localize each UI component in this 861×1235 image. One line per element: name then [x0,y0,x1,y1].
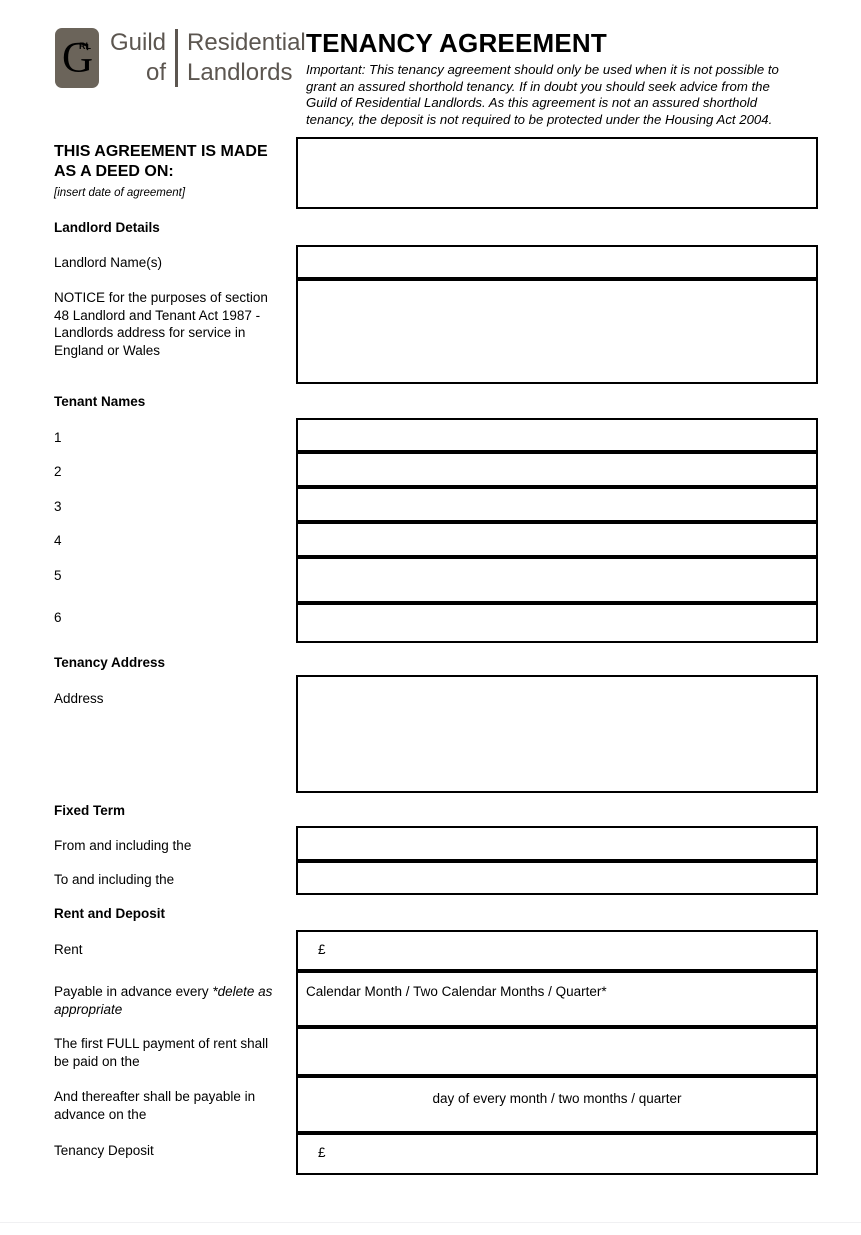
tenant-number-4: 4 [54,533,62,548]
landlord-name-field[interactable] [296,245,818,279]
payable-every-options: Calendar Month / Two Calendar Months / Q… [306,984,607,999]
grl-logo: G RL Guild of Residential Landlords [55,28,306,88]
tenant-name-field-1[interactable] [296,418,818,452]
tenant-number-3: 3 [54,499,62,514]
tenancy-address-value [298,677,816,687]
logo-wordmark-left: Guild of [110,28,175,88]
tenant-name-value-3 [298,489,816,499]
landlord-details-heading: Landlord Details [54,220,160,235]
landlord-notice-label: NOTICE for the purposes of section 48 La… [54,290,268,358]
landlord-notice-value [298,281,816,291]
thereafter-payable-label: And thereafter shall be payable in advan… [54,1089,256,1122]
tenant-name-field-6[interactable] [296,603,818,643]
landlord-notice-field[interactable] [296,279,818,384]
fixed-term-to-label: To and including the [54,872,175,887]
page-title: TENANCY AGREEMENT [306,28,607,58]
landlord-name-value [298,247,816,257]
document-page: G RL Guild of Residential Landlords TENA… [0,0,861,1235]
first-full-payment-field[interactable] [296,1027,818,1076]
logo-wordmark: Guild of Residential Landlords [110,28,306,88]
tenant-number-6: 6 [54,610,62,625]
page-bottom-edge [0,1222,861,1223]
tenancy-deposit-currency-symbol: £ [318,1145,326,1160]
fixed-term-to-value [298,863,816,873]
tenant-name-field-2[interactable] [296,452,818,487]
logo-word-landlords: Landlords [187,59,293,86]
logo-letter-rl: RL [79,41,91,51]
tenant-name-value-2 [298,454,816,464]
tenant-name-field-5[interactable] [296,557,818,603]
tenancy-address-field[interactable] [296,675,818,793]
tenancy-deposit-field[interactable]: £ [296,1133,818,1175]
rent-field[interactable]: £ [296,930,818,971]
first-full-payment-label: The first FULL payment of rent shall be … [54,1036,269,1069]
tenant-name-field-3[interactable] [296,487,818,522]
deed-date-value [298,139,816,149]
fixed-term-to-field[interactable] [296,861,818,895]
fixed-term-from-field[interactable] [296,826,818,861]
deed-date-field[interactable] [296,137,818,209]
payable-every-label-plain: Payable in advance every [54,984,213,999]
logo-word-guild: Guild [110,29,167,56]
tenant-number-5: 5 [54,568,62,583]
tenant-name-value-1 [298,420,816,430]
thereafter-payable-value: day of every month / two months / quarte… [432,1091,682,1106]
rent-deposit-heading: Rent and Deposit [54,906,166,921]
tenant-number-1: 1 [54,430,62,445]
payable-every-label: Payable in advance every *delete as appr… [54,983,286,1018]
logo-word-of: of [146,59,167,86]
landlord-name-label: Landlord Name(s) [54,255,163,270]
first-full-payment-value [298,1029,816,1039]
tenancy-address-heading: Tenancy Address [54,655,166,670]
tenant-name-value-5 [298,559,816,569]
fixed-term-from-value [298,828,816,838]
thereafter-payable-field[interactable]: day of every month / two months / quarte… [296,1076,818,1133]
tenant-names-heading: Tenant Names [54,394,146,409]
tenant-name-value-6 [298,605,816,615]
deed-date-label: THIS AGREEMENT IS MADE AS A DEED ON: [54,143,268,180]
tenant-number-2: 2 [54,464,62,479]
fixed-term-heading: Fixed Term [54,803,126,818]
important-note: Important: This tenancy agreement should… [306,62,779,127]
grl-logo-mark-icon: G RL [55,28,99,88]
tenancy-address-label: Address [54,691,104,706]
tenancy-deposit-label: Tenancy Deposit [54,1143,154,1158]
logo-letter-g: G [61,34,93,82]
rent-currency-symbol: £ [318,942,326,957]
fixed-term-from-label: From and including the [54,838,192,853]
tenant-name-field-4[interactable] [296,522,818,557]
logo-wordmark-right: Residential Landlords [187,28,306,88]
logo-divider [175,29,179,87]
payable-every-field[interactable]: Calendar Month / Two Calendar Months / Q… [296,971,818,1027]
tenant-name-value-4 [298,524,816,534]
rent-label: Rent [54,942,83,957]
deed-date-hint: [insert date of agreement] [54,187,186,199]
logo-word-residential: Residential [187,29,306,56]
